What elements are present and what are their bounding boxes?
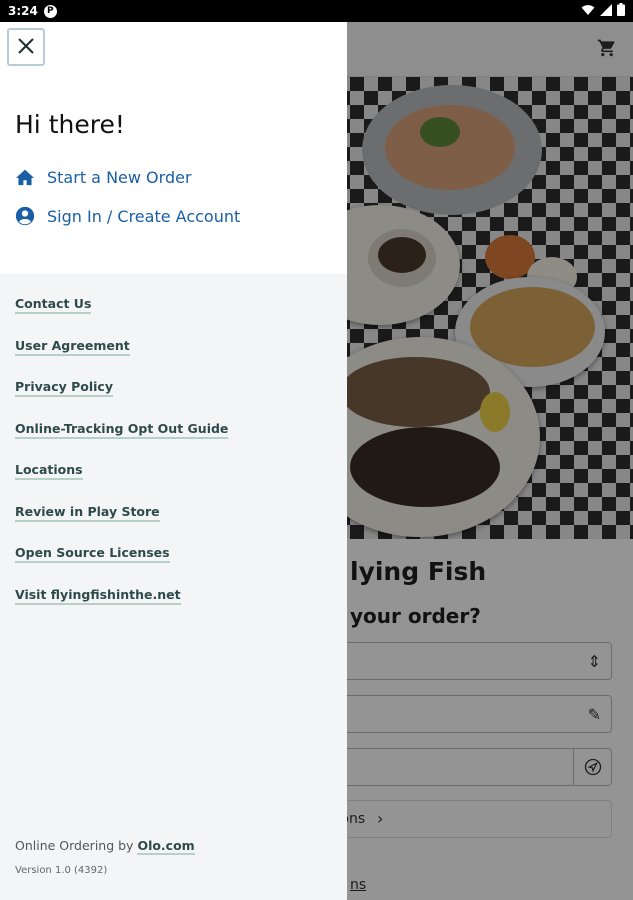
drawer-header: Hi there! Start a New Order Sign In / Cr… [0,22,347,274]
close-drawer-button[interactable] [7,28,45,66]
battery-icon [617,3,625,19]
greeting-heading: Hi there! [15,110,125,139]
start-new-order-label: Start a New Order [47,167,192,187]
review-play-store-link[interactable]: Review in Play Store [15,504,160,522]
navigation-drawer: Hi there! Start a New Order Sign In / Cr… [0,22,347,900]
sign-in-label: Sign In / Create Account [47,206,241,226]
status-time: 3:24 [8,4,38,18]
status-bar: 3:24 P [0,0,633,22]
app-version: Version 1.0 (4392) [15,865,108,876]
home-icon [15,167,35,187]
contact-us-link[interactable]: Contact Us [15,296,92,314]
online-ordering-prefix: Online Ordering by [15,838,138,853]
signal-icon [600,3,612,19]
open-source-licenses-link[interactable]: Open Source Licenses [15,545,170,563]
wifi-icon [581,4,595,19]
account-circle-icon [15,206,35,226]
olo-link[interactable]: Olo.com [137,838,195,855]
sign-in-link[interactable]: Sign In / Create Account [15,206,240,226]
online-ordering-credit: Online Ordering by Olo.com [15,838,195,855]
start-new-order-link[interactable]: Start a New Order [15,167,192,187]
visit-website-link[interactable]: Visit flyingfishinthe.net [15,587,181,605]
locations-link[interactable]: Locations [15,462,83,480]
notification-app-icon: P [43,4,57,18]
user-agreement-link[interactable]: User Agreement [15,338,130,356]
tracking-opt-out-link[interactable]: Online-Tracking Opt Out Guide [15,421,229,439]
privacy-policy-link[interactable]: Privacy Policy [15,379,113,397]
close-icon [16,36,36,59]
